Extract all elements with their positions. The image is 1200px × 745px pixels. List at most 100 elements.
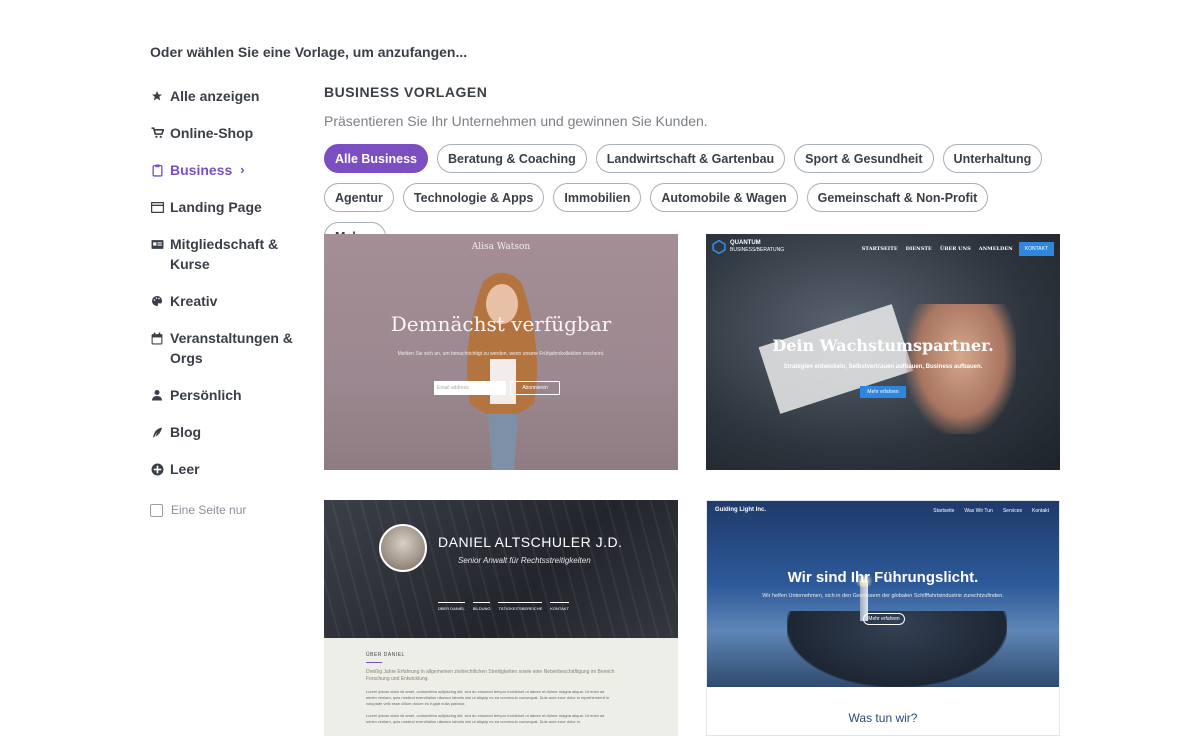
- sidebar-item-leer[interactable]: Leer: [150, 459, 310, 479]
- sidebar-item-alle-anzeigen[interactable]: Alle anzeigen: [150, 86, 310, 106]
- template-title: DANIEL ALTSCHULER J.D.: [438, 534, 623, 550]
- hexagon-logo-icon: [712, 240, 726, 254]
- avatar: [379, 524, 427, 572]
- sidebar-item-label: Online-Shop: [170, 125, 254, 141]
- person-icon: [150, 385, 164, 405]
- chip-technologie-apps[interactable]: Technologie & Apps: [402, 183, 545, 212]
- chip-landwirtschaft-gartenbau[interactable]: Landwirtschaft & Gartenbau: [595, 144, 786, 173]
- template-title: Wir sind Ihr Führungslicht.: [787, 569, 979, 586]
- sidebar-item-label-line1: Mitgliedschaft &: [170, 236, 279, 252]
- sidebar-item-online-shop[interactable]: Online-Shop: [150, 123, 310, 143]
- sidebar-item-veranstaltungen-orgs[interactable]: Veranstaltungen & Orgs: [150, 328, 310, 368]
- nav-item: DIENSTE: [905, 246, 932, 252]
- sidebar-item-label-line2: Kurse: [170, 256, 210, 272]
- template-nav: Startseite Was Wir Tun Services Kontakt: [923, 508, 1049, 514]
- nav-item: TÄTIGKEITSBEREICHE: [498, 602, 543, 611]
- section-title: BUSINESS VORLAGEN: [324, 84, 488, 100]
- sidebar-item-label: Persönlich: [170, 387, 242, 403]
- nav-item: Was Wir Tun: [964, 508, 993, 514]
- nav-item: BILDUNG: [472, 602, 491, 611]
- template-card-coming-soon[interactable]: Alisa Watson Demnächst verfügbar Melden …: [324, 234, 678, 470]
- sidebar-item-label: Veranstaltungen & Orgs: [170, 328, 293, 368]
- template-description: Melden Sie sich an, um benachrichtigt zu…: [397, 351, 605, 357]
- nav-item: Services: [1002, 508, 1023, 514]
- clipboard-icon: [150, 160, 164, 180]
- learn-more-button: Mehr erfahren: [860, 386, 906, 398]
- sidebar-item-blog[interactable]: Blog: [150, 422, 310, 442]
- hero-pattern: [324, 500, 678, 638]
- model-photo: [467, 272, 537, 470]
- chip-agentur[interactable]: Agentur: [324, 183, 394, 212]
- subscribe-button: Abonnieren: [510, 381, 560, 395]
- chip-immobilien[interactable]: Immobilien: [553, 183, 642, 212]
- template-brand-name: Alisa Watson: [471, 242, 531, 252]
- nav-item: ÜBER UNS: [939, 246, 971, 252]
- logo-text: QUANTUM BUSINESS/BERATUNG: [730, 240, 784, 254]
- about-text: Lorem ipsum dolor sit amet, consectetur …: [366, 689, 610, 706]
- about-text: Lorem ipsum dolor sit amet, consectetur …: [366, 713, 605, 724]
- calendar-icon: [150, 328, 164, 348]
- contact-button: KONTAKT: [1018, 242, 1054, 256]
- chip-sport-gesundheit[interactable]: Sport & Gesundheit: [794, 144, 934, 173]
- chip-alle-business[interactable]: Alle Business: [324, 144, 428, 173]
- chip-beratung-coaching[interactable]: Beratung & Coaching: [436, 144, 587, 173]
- sidebar-item-persoenlich[interactable]: Persönlich: [150, 385, 310, 405]
- template-subtitle: Strategien entwickeln, Selbstvertrauen a…: [783, 364, 983, 370]
- intro-heading: Oder wählen Sie eine Vorlage, um anzufan…: [150, 44, 468, 60]
- section-subtitle: Präsentieren Sie Ihr Unternehmen und gew…: [324, 113, 708, 129]
- sidebar-item-business[interactable]: Business ›: [150, 160, 310, 180]
- checkbox-box[interactable]: [150, 503, 163, 517]
- sidebar-item-kreativ[interactable]: Kreativ: [150, 291, 310, 311]
- sidebar-item-label: Leer: [170, 461, 200, 477]
- plus-circle-icon: [150, 459, 164, 479]
- chevron-right-icon: ›: [240, 162, 245, 177]
- quill-icon: [150, 422, 164, 442]
- sidebar-item-label: Business: [170, 162, 233, 178]
- template-logo: QUANTUM BUSINESS/BERATUNG: [712, 240, 784, 254]
- only-page-label: Eine Seite nur: [171, 503, 247, 517]
- cart-icon: [150, 123, 164, 143]
- section-heading: Was tun wir?: [848, 711, 918, 725]
- template-card-quantum[interactable]: QUANTUM BUSINESS/BERATUNG STARTSEITE DIE…: [706, 234, 1060, 470]
- sidebar-item-label: Landing Page: [170, 199, 262, 215]
- learn-more-button: Mehr erfahren: [863, 613, 905, 625]
- nav-item: Kontakt: [1032, 508, 1049, 514]
- nav-item: KONTAKT: [550, 602, 569, 611]
- divider: [366, 662, 382, 663]
- sidebar-item-label-line1: Veranstaltungen &: [170, 330, 293, 346]
- chip-gemeinschaft-non-profit[interactable]: Gemeinschaft & Non-Profit: [806, 183, 989, 212]
- chip-unterhaltung[interactable]: Unterhaltung: [942, 144, 1043, 173]
- category-sidebar: Alle anzeigen Online-Shop Business › Lan…: [150, 86, 310, 517]
- sidebar-item-label: Alle anzeigen: [170, 88, 260, 104]
- nav-item: ANMELDEN: [978, 246, 1013, 252]
- star-icon: [150, 86, 164, 106]
- palette-icon: [150, 291, 164, 311]
- sidebar-item-landing-page[interactable]: Landing Page: [150, 197, 310, 217]
- template-title: Demnächst verfügbar: [390, 312, 612, 336]
- template-title: Dein Wachstumspartner.: [772, 336, 994, 355]
- about-label: ÜBER DANIEL: [366, 652, 405, 658]
- template-subtitle: Senior Anwalt für Rechtsstreitigkeiten: [458, 556, 591, 565]
- sidebar-item-label: Kreativ: [170, 293, 218, 309]
- email-field: Email address: [434, 381, 506, 395]
- about-section: ÜBER DANIEL Dreißig Jahre Erfahrung in a…: [366, 652, 616, 725]
- logo-sub: BUSINESS/BERATUNG: [730, 247, 785, 253]
- about-intro: Dreißig Jahre Erfahrung in allgemeinen z…: [366, 669, 615, 682]
- nav-item: ÜBER DANIEL: [438, 602, 465, 611]
- sidebar-item-label-line2: Orgs: [170, 350, 203, 366]
- window-icon: [150, 197, 164, 217]
- template-nav: ÜBER DANIEL BILDUNG TÄTIGKEITSBEREICHE K…: [438, 602, 577, 611]
- id-card-icon: [150, 234, 164, 254]
- only-page-checkbox[interactable]: Eine Seite nur: [150, 503, 310, 517]
- template-card-guiding-light[interactable]: Guiding Light Inc. Startseite Was Wir Tu…: [706, 500, 1060, 736]
- template-nav: STARTSEITE DIENSTE ÜBER UNS ANMELDEN KON…: [854, 242, 1054, 256]
- template-subtitle: Wir helfen Unternehmen, sich in den Gewä…: [762, 593, 1004, 599]
- sidebar-item-label: Mitgliedschaft & Kurse: [170, 234, 278, 274]
- sidebar-item-mitgliedschaft-kurse[interactable]: Mitgliedschaft & Kurse: [150, 234, 310, 274]
- sidebar-item-label: Blog: [170, 424, 202, 440]
- nav-item: STARTSEITE: [861, 246, 898, 252]
- template-card-lawyer[interactable]: DANIEL ALTSCHULER J.D. Senior Anwalt für…: [324, 500, 678, 736]
- nav-item: Startseite: [933, 508, 955, 514]
- template-logo: Guiding Light Inc.: [715, 507, 766, 513]
- chip-automobile-wagen[interactable]: Automobile & Wagen: [650, 183, 798, 212]
